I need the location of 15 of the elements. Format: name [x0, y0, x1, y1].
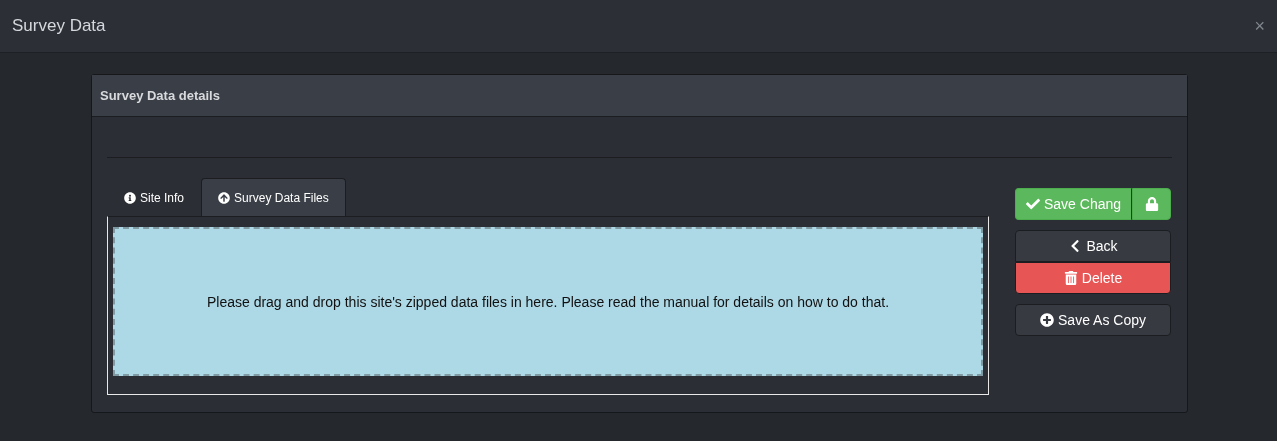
lock-button[interactable] — [1132, 188, 1171, 220]
drop-zone[interactable]: Please drag and drop this site's zipped data files in here. Please read the manual for details on how to do that. — [113, 227, 983, 376]
window-title: Survey Data — [12, 16, 106, 36]
check-icon — [1025, 197, 1040, 211]
trash-icon — [1063, 271, 1078, 285]
save-as-copy-button[interactable]: Save As Copy — [1015, 304, 1171, 336]
close-button[interactable]: × — [1254, 15, 1265, 37]
tab[interactable]: Site Info — [107, 178, 202, 216]
tab[interactable]: Survey Data Files — [201, 178, 346, 216]
info-icon — [124, 191, 136, 204]
back-button[interactable]: Back — [1015, 230, 1171, 262]
lock-icon — [1144, 197, 1159, 211]
upload-icon — [218, 191, 231, 204]
panel-title: Survey Data details — [100, 88, 220, 103]
delete-button[interactable]: Delete — [1015, 262, 1171, 294]
